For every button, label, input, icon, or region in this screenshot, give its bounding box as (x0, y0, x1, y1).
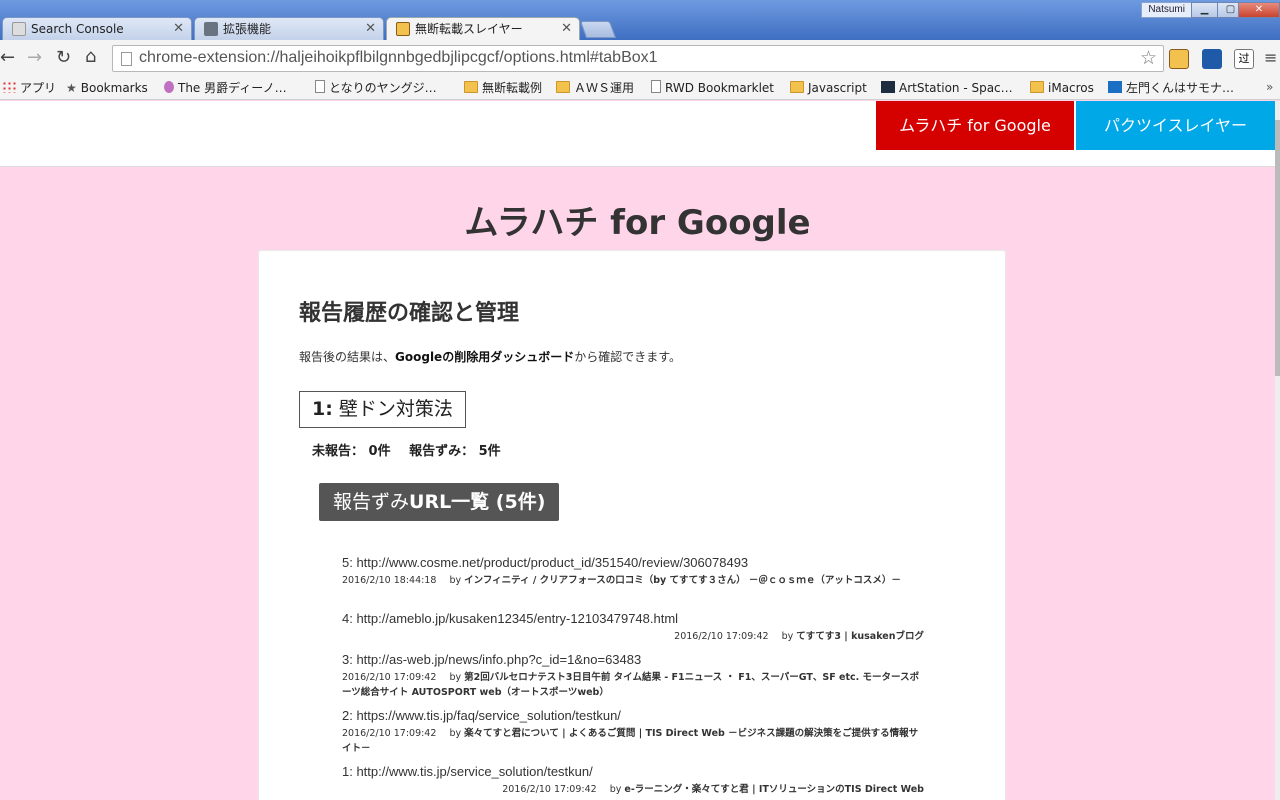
unreported-count: 未報告： 0件 (312, 444, 391, 459)
tab-extensions[interactable]: 拡張機能 ✕ (194, 17, 384, 40)
entry-meta: 2016/2/10 17:09:42 by e-ラーニング・楽々てすと君 | I… (502, 784, 924, 795)
close-window-button[interactable]: ✕ (1238, 2, 1280, 18)
bookmark-item[interactable]: アプリ (2, 80, 56, 96)
history-card: 報告履歴の確認と管理 報告後の結果は、Googleの削除用ダッシュボードから確認… (258, 250, 1006, 800)
entry-url[interactable]: 5: http://www.cosme.net/product/product_… (342, 555, 924, 570)
home-icon[interactable]: ⌂ (85, 47, 96, 67)
page-icon (121, 52, 132, 66)
tab-title: 無断転載スレイヤー (415, 22, 523, 36)
menu-icon[interactable]: ≡ (1264, 48, 1277, 68)
address-bar[interactable]: chrome-extension://haljeihoikpflbilgnnbg… (112, 45, 1164, 72)
entry-meta: 2016/2/10 17:09:42 by 第2回バルセロナテスト3日目午前 タ… (342, 672, 920, 698)
entry-meta: 2016/2/10 17:09:42 by てすてす3 | kusakenブログ (674, 631, 924, 642)
tab-search-console[interactable]: Search Console ✕ (2, 17, 192, 40)
folder-icon (464, 81, 478, 93)
bookmark-item[interactable]: iMacros (1030, 80, 1094, 96)
page-header: ムラハチ for Google パクツイスレイヤー (0, 101, 1275, 167)
page-title: ムラハチ for Google (464, 203, 811, 243)
report-counts: 未報告： 0件 報告ずみ： 5件 (312, 440, 515, 459)
section-title: 報告履歴の確認と管理 (299, 301, 520, 326)
bookmark-item[interactable]: ＡＷＳ運用 (556, 80, 634, 96)
tab-title: 拡張機能 (223, 22, 272, 36)
reported-url-list-button[interactable]: 報告ずみURL一覧 (5件) (319, 483, 560, 521)
site-icon (164, 81, 174, 93)
artstation-icon (881, 81, 895, 93)
star-icon: ★ (66, 81, 77, 95)
slayer-character-icon (396, 22, 410, 36)
list-item: 3: http://as-web.jp/news/info.php?c_id=1… (342, 652, 924, 700)
folder-icon (556, 81, 570, 93)
forward-arrow-icon[interactable]: → (27, 48, 42, 68)
entry-url[interactable]: 4: http://ameblo.jp/kusaken12345/entry-1… (342, 611, 924, 626)
minimize-button[interactable]: ▁ (1191, 2, 1218, 18)
entry-meta: 2016/2/10 17:09:42 by 楽々てすと君について | よくあるご… (342, 728, 919, 754)
pakutsui-nav-button[interactable]: パクツイスレイヤー (1076, 101, 1275, 150)
tab-title: Search Console (31, 22, 124, 36)
entry-meta: 2016/2/10 18:44:18 by インフィニティ / クリアフォースの… (342, 575, 901, 586)
entry-url[interactable]: 1: http://www.tis.jp/service_solution/te… (342, 764, 924, 779)
murahachi-nav-button[interactable]: ムラハチ for Google (876, 101, 1074, 150)
close-tab-icon[interactable]: ✕ (561, 18, 572, 40)
reload-icon[interactable]: ↻ (56, 48, 71, 68)
reported-count: 報告ずみ： 5件 (409, 444, 501, 459)
back-arrow-icon[interactable]: ← (0, 48, 15, 68)
apps-icon (2, 81, 16, 93)
site-icon (1108, 81, 1122, 93)
bookmark-item[interactable]: ArtStation - Spac… (881, 80, 1013, 96)
extension-icon[interactable] (1202, 49, 1222, 69)
bookmarks-overflow-icon[interactable]: » (1266, 79, 1273, 95)
profile-button[interactable]: Natsumi (1141, 2, 1192, 18)
bookmark-item[interactable]: The 男爵ディーノ… (164, 80, 287, 96)
search-console-favicon-icon (12, 22, 26, 36)
entry-url[interactable]: 2: https://www.tis.jp/faq/service_soluti… (342, 708, 924, 723)
tab-mudan-slayer[interactable]: 無断転載スレイヤー ✕ (386, 17, 580, 41)
bookmark-item[interactable]: 左門くんはサモナ… (1108, 80, 1234, 96)
lead-text: 報告後の結果は、Googleの削除用ダッシュボードから確認できます。 (299, 350, 682, 364)
bookmark-item[interactable]: となりのヤングジ… (315, 80, 437, 96)
page-icon (315, 80, 325, 93)
list-item: 4: http://ameblo.jp/kusaken12345/entry-1… (342, 611, 924, 644)
page-icon (651, 80, 661, 93)
folder-icon (1030, 81, 1044, 93)
list-item: 5: http://www.cosme.net/product/product_… (342, 555, 924, 588)
bookmarks-bar: アプリ ★ Bookmarks The 男爵ディーノ… となりのヤングジ… 無断転… (0, 76, 1280, 100)
scrollbar-thumb[interactable] (1275, 120, 1280, 376)
folder-icon (790, 81, 804, 93)
list-item: 1: http://www.tis.jp/service_solution/te… (342, 764, 924, 797)
list-item: 2: https://www.tis.jp/faq/service_soluti… (342, 708, 924, 756)
close-tab-icon[interactable]: ✕ (365, 18, 376, 40)
slayer-extension-icon[interactable] (1169, 49, 1189, 69)
puzzle-icon (204, 22, 218, 36)
window-titlebar (0, 0, 1280, 40)
bookmark-item[interactable]: RWD Bookmarklet (651, 80, 774, 96)
close-tab-icon[interactable]: ✕ (173, 18, 184, 40)
bookmark-item[interactable]: Javascript (790, 80, 867, 96)
keyword-box[interactable]: 1: 壁ドン対策法 (299, 391, 466, 428)
new-tab-button[interactable] (579, 21, 617, 38)
dashboard-link[interactable]: Googleの削除用ダッシュボード (395, 350, 574, 364)
entry-url[interactable]: 3: http://as-web.jp/news/info.php?c_id=1… (342, 652, 924, 667)
bookmark-item[interactable]: 無断転載例 (464, 80, 542, 96)
url-text[interactable]: chrome-extension://haljeihoikpflbilgnnbg… (139, 49, 658, 67)
translate-extension-icon[interactable]: 过 (1234, 49, 1254, 69)
bookmark-item[interactable]: ★ Bookmarks (66, 80, 148, 96)
bookmark-star-icon[interactable]: ☆ (1140, 47, 1157, 69)
